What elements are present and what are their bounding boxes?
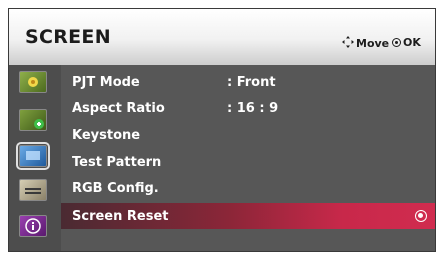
ok-hint: OK [392,36,421,49]
info-icon[interactable] [19,215,47,237]
ok-button-icon [392,38,401,47]
menu-item-label: Keystone [72,127,141,143]
move-hint-label: Move [356,37,390,50]
picture-icon[interactable] [19,71,47,93]
osd-menu: SCREEN Move OK PJT Mode: Front Aspect R… [8,8,436,252]
screen-icon[interactable] [16,142,50,170]
menu-item-rgb-config[interactable]: RGB Config. [61,175,435,201]
menu-title: SCREEN [25,26,111,48]
menu-header: SCREEN Move OK [9,9,435,65]
menu-item-screen-reset[interactable]: Screen Reset [61,203,435,229]
selected-radio-icon [415,210,427,222]
option-icon[interactable] [19,179,47,201]
menu-item-label: Aspect Ratio [72,100,165,116]
audio-icon[interactable] [19,109,47,131]
menu-item-value: : Front [227,74,276,90]
move-arrows-icon [342,36,354,51]
menu-item-label: Test Pattern [72,154,162,170]
menu-item-label: RGB Config. [72,180,159,196]
menu-item-value: : 16 : 9 [227,100,279,116]
menu-item-aspect-ratio[interactable]: Aspect Ratio : 16 : 9 [61,95,435,121]
move-hint: Move [342,36,389,51]
menu-item-label: PJT Mode [72,74,140,90]
menu-item-test-pattern[interactable]: Test Pattern [61,149,435,175]
menu-item-pjt-mode[interactable]: PJT Mode : Front [61,69,435,95]
ok-hint-label: OK [403,36,421,49]
category-sidebar [9,65,61,251]
menu-item-keystone[interactable]: Keystone [61,122,435,148]
menu-list: PJT Mode : Front Aspect Ratio : 16 : 9 K… [61,65,435,251]
menu-item-label: Screen Reset [72,208,169,224]
